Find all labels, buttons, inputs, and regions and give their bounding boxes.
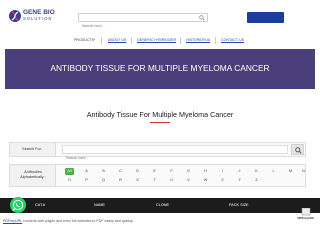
letter-c[interactable]: C	[116, 168, 125, 175]
header-action-button[interactable]	[247, 12, 284, 23]
search-icon[interactable]	[199, 15, 205, 21]
letter-all[interactable]: All	[65, 168, 74, 175]
pdf-footer-note: PDFmyURL converts web pages and even ful…	[3, 219, 133, 223]
product-search-field	[62, 145, 288, 162]
product-table-header: CAT.# NAME CLONE PACK SIZE	[0, 198, 320, 213]
nav-item-generic-hybridizer[interactable]: GENERIC HYBRIDIZER	[137, 38, 176, 42]
nav-item-products[interactable]: PRODUCTS	[74, 38, 94, 42]
letter-q[interactable]: Q	[99, 177, 108, 184]
letter-i[interactable]: I	[218, 168, 227, 175]
whatsapp-icon	[12, 199, 24, 212]
letter-b[interactable]: B	[99, 168, 108, 175]
alphabet-filter: Antibodies Alphabetically : All A B C D …	[9, 164, 306, 187]
product-search-input[interactable]	[63, 154, 283, 162]
pdf-footer-text: converts web pages and even full website…	[22, 219, 134, 223]
nav-item-about-us[interactable]: ABOUT US	[108, 38, 126, 42]
letter-f[interactable]: F	[167, 168, 176, 175]
banner-title: ANTIBODY TISSUE FOR MULTIPLE MYELOMA CAN…	[50, 63, 270, 73]
letter-k[interactable]: K	[252, 168, 261, 175]
letter-z[interactable]: Z	[252, 177, 261, 184]
header-search-input[interactable]	[79, 22, 189, 30]
letter-j[interactable]: J	[235, 168, 244, 175]
nav-item-histopath-ai[interactable]: HISTOPATH AI	[186, 38, 210, 42]
alphabet-label: Antibodies Alphabetically :	[10, 165, 56, 186]
pdfmyurl-badge-icon: PDFmyURL	[297, 208, 315, 220]
title-underline	[150, 122, 170, 123]
letter-l[interactable]: L	[269, 168, 278, 175]
nav-divider	[131, 37, 132, 44]
column-header-pack-size[interactable]: PACK SIZE	[229, 198, 249, 213]
pdf-badge-label: PDFmyURL	[297, 216, 314, 220]
letter-m[interactable]: M	[286, 168, 295, 175]
logo-name: GENE BIO	[23, 9, 55, 16]
header-search-box	[78, 13, 208, 30]
whatsapp-button[interactable]	[10, 197, 26, 213]
nav-item-contact-us[interactable]: CONTACT US	[221, 38, 244, 42]
letter-d[interactable]: D	[133, 168, 142, 175]
column-header-name[interactable]: NAME	[94, 198, 105, 213]
page-title: Antibody Tissue For Multiple Myeloma Can…	[86, 110, 234, 119]
alphabet-label-line1: Antibodies	[24, 170, 42, 174]
letter-h[interactable]: H	[201, 168, 210, 175]
column-header-cat[interactable]: CAT.#	[35, 198, 45, 213]
site-header: GENE BIO SOLUTION	[0, 0, 320, 34]
letter-x[interactable]: X	[218, 177, 227, 184]
letter-e[interactable]: E	[150, 168, 159, 175]
letter-o[interactable]: O	[65, 177, 74, 184]
search-button[interactable]	[291, 144, 304, 155]
main-nav: PRODUCTS ⌄ ABOUT US GENERIC HYBRIDIZER H…	[0, 36, 320, 46]
letter-g[interactable]: G	[184, 168, 193, 175]
nav-divider	[180, 37, 181, 44]
letter-t[interactable]: T	[150, 177, 159, 184]
search-label: Search For..	[10, 143, 56, 156]
letter-r[interactable]: R	[116, 177, 125, 184]
dna-logo-icon	[9, 10, 21, 22]
pdfmyurl-link[interactable]: PDFmyURL	[3, 219, 22, 223]
nav-divider	[215, 37, 216, 44]
letter-a[interactable]: A	[82, 168, 91, 175]
letter-p[interactable]: P	[82, 177, 91, 184]
alphabet-label-line2: Alphabetically :	[20, 175, 46, 179]
letter-n[interactable]: N	[299, 168, 308, 175]
letter-v[interactable]: V	[184, 177, 193, 184]
letter-s[interactable]: S	[133, 177, 142, 184]
product-search-bar: Search For..	[9, 142, 306, 162]
search-icon	[295, 147, 302, 154]
letter-u[interactable]: U	[167, 177, 176, 184]
letter-y[interactable]: Y	[235, 177, 244, 184]
column-header-clone[interactable]: CLONE	[156, 198, 169, 213]
nav-divider	[101, 37, 102, 44]
chevron-down-icon[interactable]: ⌄	[93, 37, 96, 41]
letter-w[interactable]: W	[201, 177, 210, 184]
page-banner: ANTIBODY TISSUE FOR MULTIPLE MYELOMA CAN…	[5, 49, 315, 89]
site-logo[interactable]: GENE BIO SOLUTION	[8, 9, 64, 27]
logo-subname: SOLUTION	[23, 16, 53, 21]
